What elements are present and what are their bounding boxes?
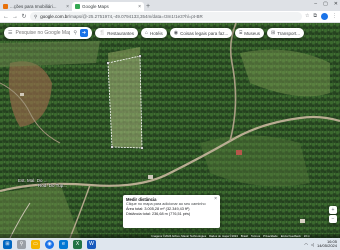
forward-icon[interactable]: → [12,14,18,20]
chip-transit[interactable]: ⊞ Transport... [266,28,305,38]
toolbar-icons: ☆ ⧉ ⋮ [305,13,337,20]
system-tray: ◠ ◁ 16:05 14/05/2024 [304,239,337,249]
site-favicon-icon [3,4,8,9]
chip-museums[interactable]: ⌸ Museus [235,28,264,38]
address-bar[interactable]: ⚲ google.com.br/maps/@-25.2751974,-49.07… [30,12,302,21]
tab-imobiliaria[interactable]: ...ções para Imobiliári... × [0,2,72,11]
chip-label: Hotéis [150,30,163,36]
windows-start-icon[interactable]: ⊞ [3,239,12,249]
measure-distance: Distância total: 236,68 m (776,51 pés) [126,212,191,216]
new-tab-button[interactable]: + [144,2,152,11]
search-input[interactable] [15,30,71,36]
search-icon[interactable]: ⚲ [73,30,77,36]
chrome-icon[interactable]: ◉ [45,239,54,249]
building [236,150,242,155]
taskbar: ⊞ ⚲ ▭ ◉ e X W ◠ ◁ 16:05 14/05/2024 [0,238,340,250]
file-explorer-icon[interactable]: ▭ [31,239,40,249]
museum-icon: ⌸ [239,30,243,36]
star-icon[interactable]: ☆ [305,13,309,20]
reload-icon[interactable]: ↻ [21,13,27,20]
zoom-in-button[interactable]: + [329,206,337,214]
chip-hotels[interactable]: ⌂ Hotéis [141,28,167,38]
excel-icon[interactable]: X [73,239,82,249]
chip-label: Museus [244,30,260,36]
measure-point[interactable] [140,146,144,150]
url-text: google.com.br/maps/@-25.2751974,-49.0794… [40,14,202,19]
site-info-icon[interactable]: ⚲ [34,14,37,20]
screen: ...ções para Imobiliári... × Google Maps… [0,0,340,250]
extensions-icon[interactable]: ⧉ [313,13,317,20]
chip-label: Transport... [277,30,301,36]
grass-field [0,41,100,67]
close-icon[interactable]: × [138,4,141,10]
browser-toolbar: ← → ↻ ⚲ google.com.br/maps/@-25.2751974,… [0,11,340,23]
close-icon[interactable]: × [214,197,217,202]
menu-dots-icon[interactable]: ⋮ [332,13,337,20]
tab-label: ...ções para Imobiliári... [10,4,57,9]
building [300,219,305,223]
volume-icon[interactable]: ◁ [311,242,314,247]
back-icon[interactable]: ← [3,14,9,20]
maximize-icon[interactable]: ▢ [323,1,328,7]
measure-point[interactable] [106,61,110,65]
tab-label: Google Maps [82,4,109,9]
zoom-out-button[interactable]: − [329,215,337,223]
close-icon[interactable]: × [66,4,69,10]
measure-point[interactable] [138,54,142,58]
tab-google-maps[interactable]: Google Maps × [72,2,144,11]
chip-label: Coisas legais para faz... [180,30,229,36]
chip-label: Restaurantes [107,30,134,36]
measure-distance-panel: × Medir distância Clique no mapa para ad… [123,195,220,228]
chip-restaurants[interactable]: 🍴 Restaurantes [95,28,138,38]
edge-icon[interactable]: e [59,239,68,249]
measured-area-outline [107,55,143,149]
clock[interactable]: 16:05 14/05/2024 [316,239,337,249]
maps-favicon-icon [75,4,80,9]
transit-icon: ⊞ [270,30,276,36]
hotel-icon: ⌂ [145,30,149,36]
building [148,175,153,179]
word-icon[interactable]: W [87,239,96,249]
window-controls: – ▢ ✕ [314,1,338,7]
url-path: /maps/@-25.2751974,-49.0794133,354m/data… [68,14,203,19]
measure-point[interactable] [110,145,114,149]
clock-date: 14/05/2024 [316,243,337,248]
search-icon[interactable]: ⚲ [17,239,26,249]
building [20,93,24,96]
category-chips: 🍴 Restaurantes ⌂ Hotéis ◉ Coisas legais par… [95,28,305,38]
url-domain: google.com.br [40,14,69,19]
restaurant-icon: 🍴 [99,30,106,36]
chip-things-to-do[interactable]: ◉ Coisas legais para faz... [169,28,233,38]
menu-icon[interactable]: ☰ [8,30,12,36]
window-close-icon[interactable]: ✕ [334,1,338,7]
browser-tab-strip: ...ções para Imobiliári... × Google Maps… [0,0,340,11]
wifi-icon[interactable]: ◠ [304,242,308,247]
maps-search-box[interactable]: ☰ ⚲ ➜ [4,27,92,39]
directions-icon[interactable]: ➜ [80,29,88,37]
avatar[interactable] [321,13,328,20]
camera-icon: ◉ [173,30,179,36]
road-label: Rod. Do Tup... [38,183,68,188]
minimize-icon[interactable]: – [314,1,317,7]
